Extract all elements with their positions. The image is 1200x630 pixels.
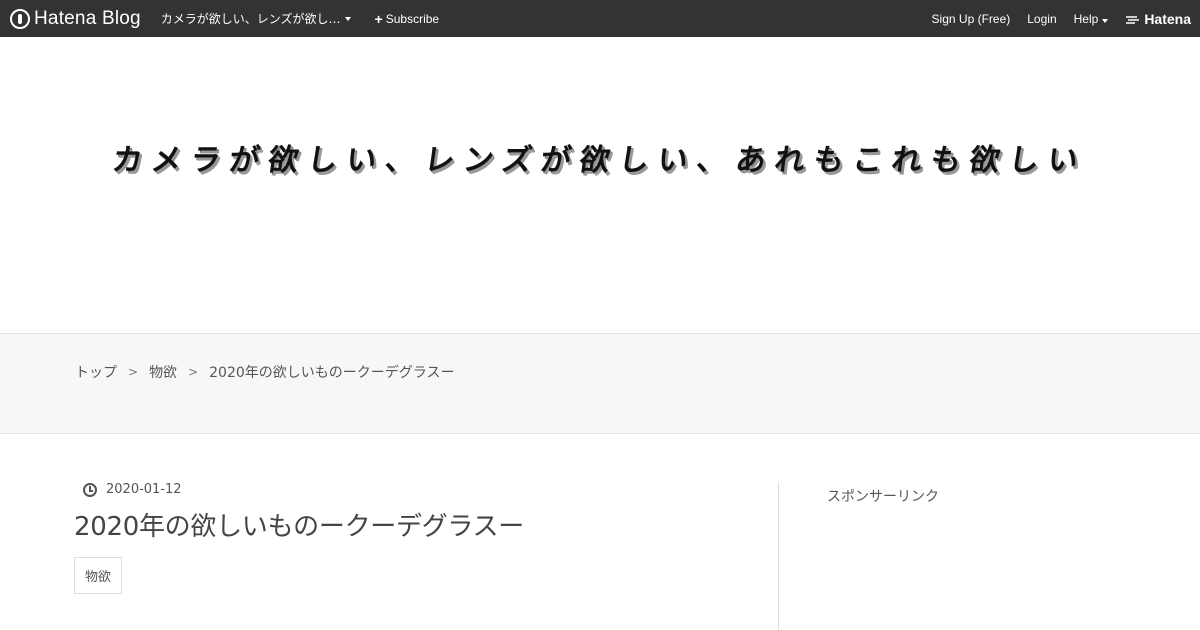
sidebar: スポンサーリンク [827,486,939,506]
breadcrumb-item-current: 2020年の欲しいものークーデグラスー [209,365,455,381]
column-divider [778,482,779,630]
breadcrumb: トップ > 物欲 > 2020年の欲しいものークーデグラスー [75,362,454,382]
entry-date: 2020-01-12 [106,482,182,497]
blog-name-label: カメラが欲しい、レンズが欲し… [160,12,341,26]
blog-header: カメラが欲しい、レンズが欲しい、あれもこれも欲しい [0,37,1200,333]
entry-title[interactable]: 2020年の欲しいものークーデグラスー [74,506,764,543]
signup-link[interactable]: Sign Up (Free) [932,12,1011,26]
breadcrumb-separator: > [188,365,199,379]
global-header-left: Hatena Blog カメラが欲しい、レンズが欲し… + Subscribe [0,0,439,37]
hatena-label: Hatena [1144,10,1191,27]
breadcrumb-band: トップ > 物欲 > 2020年の欲しいものークーデグラスー [0,333,1200,434]
hatena-link[interactable]: Hatena [1125,11,1191,27]
blog-title[interactable]: カメラが欲しい、レンズが欲しい、あれもこれも欲しい [0,135,1200,179]
chevron-down-icon [1102,18,1109,23]
breadcrumb-separator: > [128,365,139,379]
subscribe-button[interactable]: + Subscribe [375,12,440,26]
help-menu[interactable]: Help [1074,12,1109,26]
hatena-blog-logo[interactable]: Hatena Blog [10,0,141,37]
global-header: Hatena Blog カメラが欲しい、レンズが欲し… + Subscribe … [0,0,1200,37]
breadcrumb-item-top[interactable]: トップ [75,362,117,382]
entry-main: 2020-01-12 2020年の欲しいものークーデグラスー 物欲 [74,482,764,594]
login-link[interactable]: Login [1027,12,1056,26]
hatena-icon [1126,15,1140,24]
clock-icon [83,482,97,497]
entry-date-row[interactable]: 2020-01-12 [83,482,764,497]
chevron-down-icon [344,16,351,21]
help-label: Help [1073,11,1099,26]
subscribe-label: Subscribe [385,11,440,26]
plus-icon: + [374,10,383,27]
category-tag[interactable]: 物欲 [74,557,123,594]
global-header-right: Sign Up (Free) Login Help Hatena [932,0,1200,37]
hatena-blog-logo-icon [10,8,30,29]
breadcrumb-item-category[interactable]: 物欲 [149,362,177,382]
hatena-blog-logo-text: Hatena Blog [34,7,141,29]
sidebar-sponsored-title: スポンサーリンク [827,489,939,505]
blog-name-dropdown[interactable]: カメラが欲しい、レンズが欲し… [161,10,351,27]
